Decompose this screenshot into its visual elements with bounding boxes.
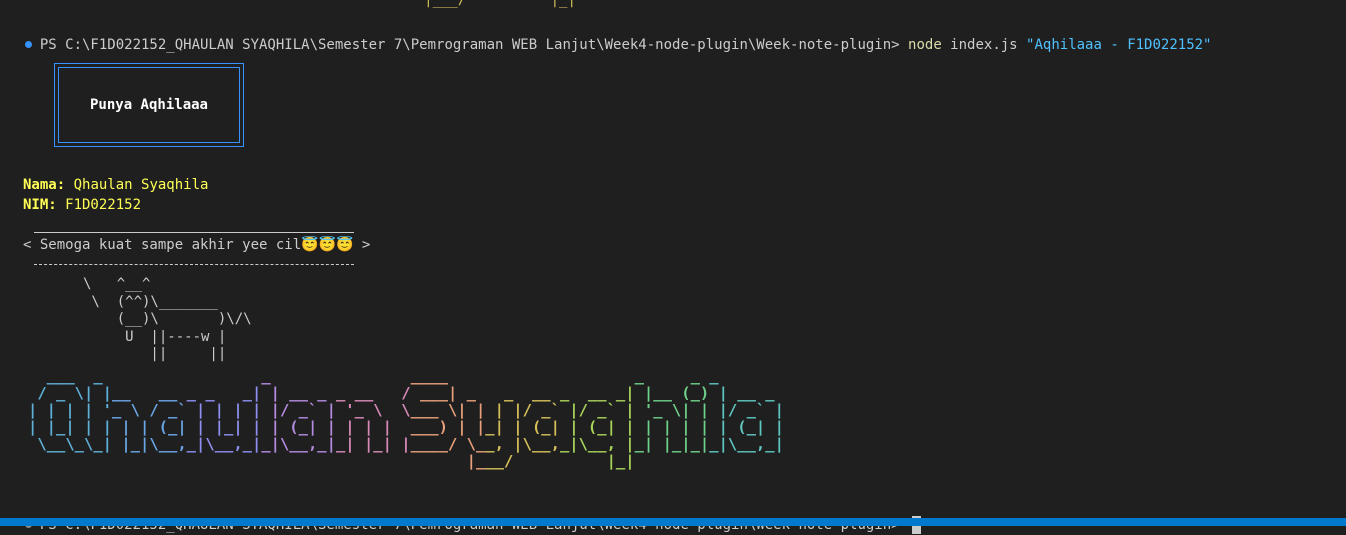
figlet-banner: ___ _ _ ____ _ _ _ / _ \| |__ __ _ _ _| … — [28, 368, 784, 470]
nim-label: NIM: — [23, 197, 57, 213]
figlet-segment: __/ — [485, 452, 560, 470]
figlet-segment: |_ — [410, 452, 486, 470]
figlet-segment: '_ \| | — [634, 401, 710, 419]
figlet-segment: | (_| | — [261, 418, 336, 436]
figlet-segment: | __ _ — [709, 384, 784, 402]
nama-value: Qhaulan Syaqhila — [65, 177, 209, 193]
figlet-segment: _| |_|_| — [634, 435, 710, 453]
figlet-segment: | | | — [335, 418, 411, 436]
speech-bubble-top-border — [34, 232, 354, 233]
prompt-path: PS C:\F1D022152_QHAULAN SYAQHILA\Semeste… — [39, 37, 909, 53]
figlet-segment: ___) | | — [410, 418, 486, 436]
figlet-segment — [635, 452, 710, 470]
boxen-frame: Punya Aqhilaaa — [54, 63, 244, 147]
figlet-segment: | |/ _` — [485, 401, 560, 419]
figlet-segment: _, |\__, — [485, 435, 560, 453]
figlet-segment: _|\__,_| — [261, 435, 336, 453]
figlet-row: |___/ |_| — [28, 453, 784, 470]
figlet-row: \__\_\_| |_|\__,_|\__,_|_|\__,_|_| |_| |… — [28, 436, 784, 453]
figlet-row: ___ _ _ ____ _ _ _ — [28, 368, 784, 385]
figlet-segment: _ — [709, 367, 784, 385]
figlet-segment — [112, 367, 187, 385]
figlet-segment: | __ _ — [261, 384, 336, 402]
figlet-row: | | | | '_ \ / _` | | | | |/ _` | '_ \ \… — [28, 402, 784, 419]
figlet-segment: | |_| | | — [28, 418, 112, 436]
nim-line: NIM: F1D022152 — [23, 195, 141, 215]
figlet-segment: / _ \| | — [28, 384, 112, 402]
figlet-segment: | (_| | — [559, 418, 635, 436]
command-name: node — [908, 37, 942, 53]
figlet-row: | |_| | | | | (_| | |_| | | (_| | | | | … — [28, 419, 784, 436]
figlet-segment: _| | (_| — [485, 418, 560, 436]
figlet-segment: |__ (_) — [634, 384, 710, 402]
figlet-segment: ____/ \_ — [410, 435, 486, 453]
figlet-segment: _ __ _| — [559, 384, 635, 402]
figlet-segment — [261, 452, 336, 470]
cow-ascii-art: \ ^__^ \ (^^)\_______ (__)\ )\/\ U ||---… — [83, 276, 252, 362]
nama-line: Nama: Qhaulan Syaqhila — [23, 175, 208, 195]
figlet-segment — [485, 367, 560, 385]
figlet-segment — [112, 452, 187, 470]
figlet-segment: \__\_\_| — [28, 435, 112, 453]
boxen-inner-frame: Punya Aqhilaaa — [58, 67, 240, 143]
figlet-segment: |_| — [559, 452, 635, 470]
nama-label: Nama: — [23, 177, 66, 193]
terminal-command-line[interactable]: PS C:\F1D022152_QHAULAN SYAQHILA\Semeste… — [8, 15, 1211, 53]
figlet-segment: |_|\__, — [112, 435, 187, 453]
figlet-segment: |/ _` | — [559, 401, 635, 419]
figlet-segment: | | | | ' — [28, 401, 112, 419]
boxen-text: Punya Aqhilaaa — [89, 97, 208, 113]
figlet-segment: '_ \ \ — [335, 401, 411, 419]
figlet-segment — [28, 452, 112, 470]
command-status-dot-icon[interactable] — [24, 40, 32, 48]
speech-bubble-bottom-border — [34, 264, 354, 265]
figlet-segment: | | | | — [186, 401, 262, 419]
figlet-segment — [709, 452, 784, 470]
figlet-row: / _ \| |__ __ _ _ _| | __ _ _ __ / ___| … — [28, 385, 784, 402]
status-bar — [0, 518, 1346, 526]
figlet-segment: _ _ — [634, 367, 710, 385]
figlet-segment: | | (_| — [112, 418, 187, 436]
figlet-segment: |/ _` | — [261, 401, 336, 419]
figlet-segment: ___ _ — [28, 367, 112, 385]
figlet-segment — [187, 367, 262, 385]
figlet-segment: |/ _` | — [709, 401, 784, 419]
terminal-prompt-line[interactable]: PS C:\F1D022152_QHAULAN SYAQHILA\Semeste… — [8, 495, 922, 534]
figlet-segment: __ __ — [112, 384, 187, 402]
figlet-segment — [560, 367, 635, 385]
figlet-segment: _|\__,_| — [709, 435, 784, 453]
figlet-segment: | |_| | — [186, 418, 262, 436]
nim-value: F1D022152 — [56, 197, 142, 213]
figlet-segment: ___| _ — [410, 384, 486, 402]
figlet-segment — [336, 367, 411, 385]
figlet-segment: | | | | — [634, 418, 710, 436]
cowsay-message: < Semoga kuat sampe akhir yee cil😇😇😇 > — [23, 237, 371, 253]
figlet-segment — [187, 452, 262, 470]
figlet-segment: _|\__,_| — [186, 435, 262, 453]
scrollback-remnant: |___/ |_| — [28, 0, 576, 8]
figlet-segment: _ — [261, 367, 336, 385]
figlet-segment: | (_| | — [709, 418, 784, 436]
figlet-segment: _ __ — [485, 384, 560, 402]
figlet-segment: _|\__, | — [559, 435, 635, 453]
figlet-segment: _ \ / _` — [112, 401, 187, 419]
command-script: index.js — [941, 37, 1027, 53]
figlet-segment: _ _ _| — [186, 384, 262, 402]
command-argument: "Aqhilaaa - F1D022152" — [1026, 37, 1212, 53]
figlet-segment: ___ \| | — [410, 401, 486, 419]
figlet-segment: _ __ / — [335, 384, 411, 402]
figlet-segment: _| |_| | — [335, 435, 411, 453]
figlet-segment — [336, 452, 411, 470]
figlet-segment: ____ — [410, 367, 486, 385]
